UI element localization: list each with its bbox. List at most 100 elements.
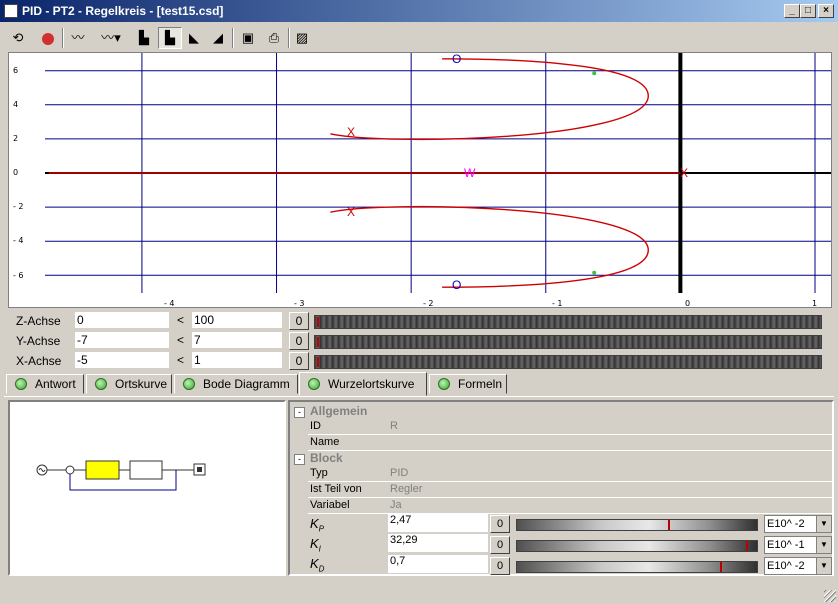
y-axis-reset-button[interactable]: 0: [289, 332, 309, 350]
prop-value-id: R: [388, 419, 832, 434]
current-gain-point: [592, 71, 597, 76]
section-allgemein: Allgemein: [310, 404, 368, 418]
tab-wurzelortskurve[interactable]: Wurzelortskurve: [299, 372, 427, 396]
led-icon: [183, 378, 195, 390]
x-tick-label: - 3: [294, 299, 305, 308]
tab-label: Antwort: [35, 377, 76, 391]
prop-label-teil: Ist Teil von: [310, 483, 362, 495]
y-axis-max-input[interactable]: 7: [191, 331, 283, 349]
prop-value-teil: Regler: [388, 482, 832, 497]
y-axis-slider[interactable]: [314, 335, 822, 349]
prop-label-name: Name: [310, 436, 340, 448]
param-kd-reset-button[interactable]: 0: [490, 557, 510, 575]
resize-grip-icon[interactable]: [824, 590, 836, 602]
param-kd-exponent-select[interactable]: E10^ -2 ▼: [764, 557, 832, 575]
root-locus-plot[interactable]: 6 4 2 0 - 2 - 4 - 6 - 4 - 3 - 2 - 1 0 1 …: [8, 52, 832, 308]
param-ki-slider[interactable]: [516, 540, 758, 552]
x-tick-label: - 4: [164, 299, 175, 308]
led-icon: [95, 378, 107, 390]
noise-icon[interactable]: 〰: [66, 27, 90, 49]
pole-marker: X: [347, 205, 356, 219]
chevron-down-icon: ▼: [816, 537, 831, 553]
prop-value-variabel: Ja: [388, 498, 832, 513]
divider: [308, 450, 832, 451]
lt-symbol: <: [177, 333, 185, 347]
prop-value-typ: PID: [388, 466, 832, 481]
current-gain-point: [592, 270, 597, 275]
pole-marker: X: [680, 166, 689, 180]
toolbar-separator: [62, 28, 64, 48]
x-tick-label: - 1: [552, 299, 563, 308]
tab-label: Ortskurve: [115, 377, 168, 391]
x-axis-max-input[interactable]: 1: [191, 351, 283, 369]
step-icon-3[interactable]: ◣: [182, 27, 206, 49]
prop-label-typ: Typ: [310, 467, 328, 479]
collapse-icon[interactable]: -: [294, 407, 305, 418]
y-tick-label: 6: [13, 66, 19, 75]
help-icon[interactable]: ▨: [290, 27, 314, 49]
param-kp-slider[interactable]: [516, 519, 758, 531]
status-bar: [0, 582, 838, 604]
prop-value-name[interactable]: [388, 435, 832, 450]
divider: [308, 513, 832, 514]
y-tick-label: 2: [13, 134, 19, 143]
x-axis-slider[interactable]: [314, 355, 822, 369]
step-icon-2[interactable]: ▙: [158, 27, 182, 49]
param-ki-exponent-select[interactable]: E10^ -1 ▼: [764, 536, 832, 554]
chevron-down-icon: ▼: [816, 558, 831, 574]
param-ki-label: KI: [310, 536, 321, 554]
image-icon[interactable]: ▣: [236, 27, 260, 49]
y-tick-label: - 4: [13, 236, 24, 245]
w-marker: W: [464, 166, 476, 180]
properties-panel: - Allgemein ID R Name - Block Typ PID Is…: [288, 400, 834, 576]
tab-ortskurve[interactable]: Ortskurve: [86, 374, 172, 394]
signal-menu-icon[interactable]: 〰▾: [94, 27, 128, 49]
zero-marker: O: [452, 278, 462, 292]
z-axis-max-input[interactable]: 100: [191, 311, 283, 329]
step-icon-4[interactable]: ◢: [206, 27, 230, 49]
stop-icon[interactable]: [36, 27, 60, 49]
tab-formeln[interactable]: Formeln: [429, 374, 507, 394]
x-tick-label: - 2: [423, 299, 434, 308]
lt-symbol: <: [177, 313, 185, 327]
minimize-button[interactable]: _: [784, 4, 800, 18]
param-ki-reset-button[interactable]: 0: [490, 536, 510, 554]
tab-antwort[interactable]: Antwort: [6, 374, 84, 394]
tab-bode-diagramm[interactable]: Bode Diagramm: [174, 374, 298, 394]
z-axis-slider[interactable]: [314, 315, 822, 329]
maximize-button[interactable]: □: [800, 4, 816, 18]
x-tick-label: 0: [685, 299, 691, 308]
z-axis-reset-button[interactable]: 0: [289, 312, 309, 330]
step-icon-1[interactable]: ▙: [132, 27, 156, 49]
param-kp-label: KP: [310, 516, 325, 534]
param-kp-reset-button[interactable]: 0: [490, 515, 510, 533]
x-axis-label: X-Achse: [16, 354, 62, 368]
toolbar: ⟲ 〰 〰▾ ▙ ▙ ◣ ◢ ▣ ⎙ ▨: [0, 24, 838, 52]
lt-symbol: <: [177, 353, 185, 367]
param-kd-slider[interactable]: [516, 561, 758, 573]
tab-label: Wurzelortskurve: [328, 377, 415, 391]
chevron-down-icon: ▼: [816, 516, 831, 532]
refresh-icon[interactable]: ⟲: [6, 27, 30, 49]
tab-label: Bode Diagramm: [203, 377, 290, 391]
close-button[interactable]: ×: [818, 4, 834, 18]
section-block: Block: [310, 451, 343, 465]
y-tick-label: 0: [13, 168, 19, 177]
block-diagram[interactable]: [8, 400, 286, 576]
z-axis-min-input[interactable]: 0: [74, 311, 170, 329]
param-kp-exponent-select[interactable]: E10^ -2 ▼: [764, 515, 832, 533]
param-ki-input[interactable]: 32,29: [388, 534, 488, 552]
x-axis-min-input[interactable]: -5: [74, 351, 170, 369]
collapse-icon[interactable]: -: [294, 454, 305, 465]
y-tick-label: 4: [13, 100, 19, 109]
led-icon: [438, 378, 450, 390]
print-icon[interactable]: ⎙: [262, 27, 286, 49]
x-axis-reset-button[interactable]: 0: [289, 352, 309, 370]
param-kd-input[interactable]: 0,7: [388, 555, 488, 573]
y-tick-label: - 2: [13, 202, 24, 211]
param-kd-label: KD: [310, 556, 325, 574]
y-axis-min-input[interactable]: -7: [74, 331, 170, 349]
param-kp-input[interactable]: 2,47: [388, 514, 488, 532]
window-title: PID - PT2 - Regelkreis - [test15.csd]: [22, 4, 224, 18]
toolbar-separator: [232, 28, 234, 48]
